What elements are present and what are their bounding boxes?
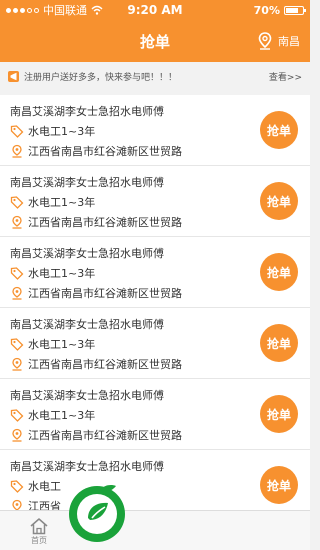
job-list: 南昌艾溪湖李女士急招水电师傅 水电工1~3年 江西省南昌市红谷滩新区世贸路 抢单… [0,95,310,521]
tag-icon [10,480,24,493]
tag-icon [10,409,24,422]
job-type: 水电工1~3年 [28,267,96,280]
job-type: 水电工1~3年 [28,409,96,422]
tag-icon [10,196,24,209]
app-logo-icon [69,485,125,542]
grab-order-button[interactable]: 抢单 [260,466,298,504]
job-card[interactable]: 南昌艾溪湖李女士急招水电师傅 水电工1~3年 江西省南昌市红谷滩新区世贸路 抢单 [0,308,310,379]
job-type-row: 水电工1~3年 [10,121,300,141]
tab-bar: 首页 [0,510,310,550]
wifi-icon [91,5,103,15]
job-address-row: 江西省南昌市红谷滩新区世贸路 [10,283,300,303]
grab-order-button[interactable]: 抢单 [260,182,298,220]
location-icon [12,286,22,300]
job-type: 水电工1~3年 [28,196,96,209]
grab-order-button[interactable]: 抢单 [260,395,298,433]
job-title: 南昌艾溪湖李女士急招水电师傅 [10,389,164,402]
location-icon [12,428,22,442]
job-type-row: 水电工1~3年 [10,192,300,212]
tab-home-label: 首页 [31,535,47,545]
job-card[interactable]: 南昌艾溪湖李女士急招水电师傅 水电工1~3年 江西省南昌市红谷滩新区世贸路 抢单 [0,166,310,237]
notice-bar: 注册用户送好多多，快来参与吧！！！ 查看>> [0,62,310,90]
job-address-row: 江西省南昌市红谷滩新区世贸路 [10,141,300,161]
page-title: 抢单 [139,32,170,51]
tag-icon [10,125,24,138]
signal-icon [6,7,39,13]
job-address-row: 江西省南昌市红谷滩新区世贸路 [10,212,300,232]
notice-text: 注册用户送好多多，快来参与吧！！！ [24,72,178,83]
location-icon [12,215,22,229]
job-title: 南昌艾溪湖李女士急招水电师傅 [10,105,164,118]
city-name: 南昌 [278,35,300,48]
status-left: 中国联通 [6,2,103,18]
megaphone-icon [8,70,19,82]
job-address: 江西省南昌市红谷滩新区世贸路 [28,145,182,158]
job-title: 南昌艾溪湖李女士急招水电师傅 [10,247,164,260]
job-address: 江西省南昌市红谷滩新区世贸路 [28,358,182,371]
tab-home[interactable]: 首页 [14,513,64,549]
city-selector[interactable]: 南昌 [258,20,300,62]
grab-order-button[interactable]: 抢单 [260,324,298,362]
status-right: 70% [253,3,306,17]
grab-order-button[interactable]: 抢单 [260,111,298,149]
battery-percent: 70% [253,3,280,17]
job-address-row: 江西省南昌市红谷滩新区世贸路 [10,425,300,445]
job-address: 江西省南昌市红谷滩新区世贸路 [28,287,182,300]
job-address-row: 江西省南昌市红谷滩新区世贸路 [10,354,300,374]
tag-icon [10,267,24,280]
grab-order-button[interactable]: 抢单 [260,253,298,291]
job-type-row: 水电工1~3年 [10,334,300,354]
status-bar: 中国联通 9:20 AM 70% [0,0,310,20]
location-icon [12,144,22,158]
job-title: 南昌艾溪湖李女士急招水电师傅 [10,318,164,331]
job-card[interactable]: 南昌艾溪湖李女士急招水电师傅 水电工1~3年 江西省南昌市红谷滩新区世贸路 抢单 [0,379,310,450]
map-pin-icon [258,32,272,50]
location-icon [12,357,22,371]
tag-icon [10,338,24,351]
notice-more-link[interactable]: 查看>> [269,70,302,83]
job-type: 水电工1~3年 [28,338,96,351]
job-type: 水电工1~3年 [28,125,96,138]
job-type-row: 水电工1~3年 [10,405,300,425]
nav-bar: 抢单 南昌 [0,20,310,62]
battery-icon [284,5,306,15]
job-card[interactable]: 南昌艾溪湖李女士急招水电师傅 水电工1~3年 江西省南昌市红谷滩新区世贸路 抢单 [0,237,310,308]
job-type: 水电工 [28,480,61,493]
carrier-name: 中国联通 [43,4,87,17]
job-address: 江西省南昌市红谷滩新区世贸路 [28,429,182,442]
home-icon [30,517,48,534]
job-title: 南昌艾溪湖李女士急招水电师傅 [10,460,164,473]
job-title: 南昌艾溪湖李女士急招水电师傅 [10,176,164,189]
job-card[interactable]: 南昌艾溪湖李女士急招水电师傅 水电工1~3年 江西省南昌市红谷滩新区世贸路 抢单 [0,95,310,166]
job-address: 江西省南昌市红谷滩新区世贸路 [28,216,182,229]
job-type-row: 水电工 [10,476,300,496]
job-type-row: 水电工1~3年 [10,263,300,283]
